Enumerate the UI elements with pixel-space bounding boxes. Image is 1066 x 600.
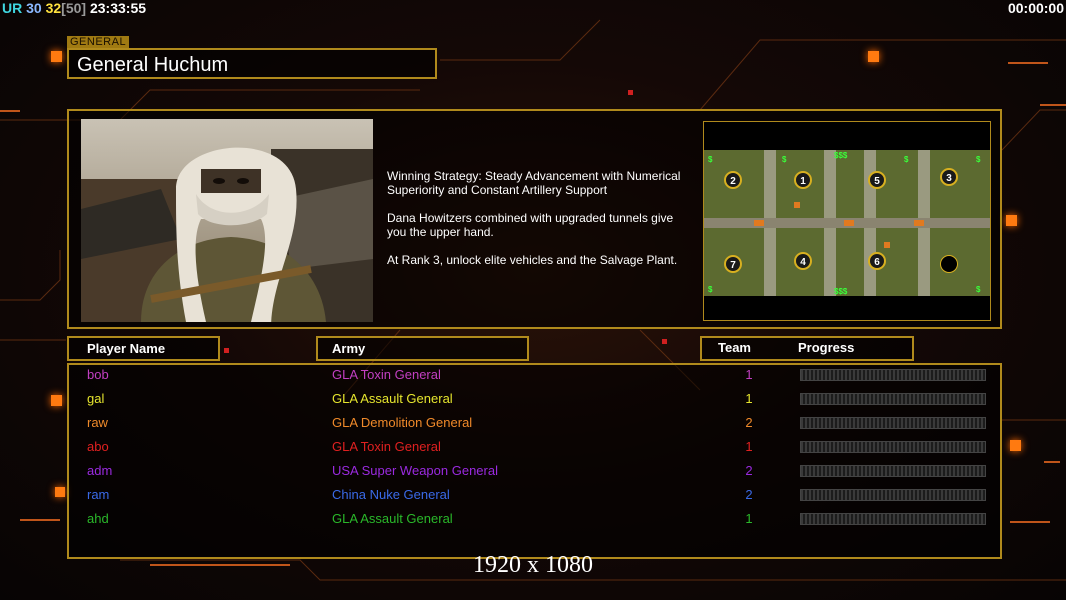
map-image: 2 1 5 3 7 4 6 $$$ $$$ $ $ $ $ $ $ xyxy=(704,150,990,296)
map-cash-top: $$$ xyxy=(834,151,848,160)
map-start-2: 1 xyxy=(800,176,806,187)
player-army: GLA Toxin General xyxy=(332,367,441,382)
player-list: bob GLA Toxin General 1 gal GLA Assault Gene… xyxy=(67,363,1002,559)
map-cash-small: $ xyxy=(904,155,909,164)
player-army: GLA Assault General xyxy=(332,511,453,526)
player-row: ram China Nuke General 2 xyxy=(69,485,1000,509)
map-cash-small: $ xyxy=(708,285,713,294)
player-progress-bar xyxy=(800,465,986,477)
map-cash-bottom: $$$ xyxy=(834,287,848,296)
player-army: GLA Demolition General xyxy=(332,415,473,430)
player-row: ahd GLA Assault General 1 xyxy=(69,509,1000,533)
player-name: ahd xyxy=(87,511,109,526)
hud-stat-3: [50] xyxy=(61,0,87,16)
column-team-label: Team xyxy=(718,340,751,355)
player-row: gal GLA Assault General 1 xyxy=(69,389,1000,413)
player-progress-bar xyxy=(800,441,986,453)
hud-stats: UR 30 32[50] 23:33:55 xyxy=(2,0,146,16)
hud-stat-1: 30 xyxy=(26,0,42,16)
map-start-3: 5 xyxy=(874,176,880,187)
player-team: 1 xyxy=(745,367,753,382)
map-start-1: 2 xyxy=(730,176,736,187)
player-name: ram xyxy=(87,487,110,502)
column-player-label: Player Name xyxy=(87,341,166,356)
column-header-army[interactable]: Army xyxy=(316,336,529,361)
map-cash-small: $ xyxy=(976,155,981,164)
player-progress-bar xyxy=(800,417,986,429)
general-portrait xyxy=(81,119,373,322)
player-name: bob xyxy=(87,367,109,382)
map-cash-small: $ xyxy=(976,285,981,294)
hud-stat-2: 32 xyxy=(45,0,62,16)
general-info-panel: Winning Strategy: Steady Advancement wit… xyxy=(67,109,1002,329)
player-progress-bar xyxy=(800,513,986,525)
map-preview: 2 1 5 3 7 4 6 $$$ $$$ $ $ $ $ $ $ xyxy=(703,121,991,321)
strategy-description: Winning Strategy: Steady Advancement wit… xyxy=(387,169,702,281)
player-team: 1 xyxy=(745,511,753,526)
player-team: 2 xyxy=(745,415,753,430)
map-start-7: 6 xyxy=(874,257,880,268)
column-header-team-progress[interactable]: Team Progress xyxy=(700,336,914,361)
general-title-box: General Huchum xyxy=(67,48,437,79)
player-army: GLA Toxin General xyxy=(332,439,441,454)
player-progress-bar xyxy=(800,369,986,381)
player-row: raw GLA Demolition General 2 xyxy=(69,413,1000,437)
player-row: abo GLA Toxin General 1 xyxy=(69,437,1000,461)
map-start-5: 7 xyxy=(730,260,736,271)
player-row: adm USA Super Weapon General 2 xyxy=(69,461,1000,485)
resolution-label: 1920 x 1080 xyxy=(473,552,593,578)
player-team: 1 xyxy=(745,439,753,454)
tip-line: Dana Howitzers combined with upgraded tu… xyxy=(387,211,674,239)
hud-clock: 23:33:55 xyxy=(89,0,147,16)
player-name: gal xyxy=(87,391,105,406)
map-start-4: 3 xyxy=(946,173,952,184)
portrait-image xyxy=(81,119,373,322)
map-cash-small: $ xyxy=(708,155,713,164)
player-name: raw xyxy=(87,415,108,430)
player-progress-bar xyxy=(800,489,986,501)
player-team: 2 xyxy=(745,463,753,478)
player-row: bob GLA Toxin General 1 xyxy=(69,365,1000,389)
column-progress-label: Progress xyxy=(798,340,855,355)
player-team: 1 xyxy=(745,391,753,406)
player-team: 2 xyxy=(745,487,753,502)
player-army: GLA Assault General xyxy=(332,391,453,406)
player-army: China Nuke General xyxy=(332,487,450,502)
column-army-label: Army xyxy=(332,341,366,356)
player-army: USA Super Weapon General xyxy=(332,463,498,478)
player-progress-bar xyxy=(800,393,986,405)
map-cash-small: $ xyxy=(782,155,787,164)
column-header-player[interactable]: Player Name xyxy=(67,336,220,361)
player-name: abo xyxy=(87,439,109,454)
player-name: adm xyxy=(87,463,113,478)
general-name: General Huchum xyxy=(77,54,229,76)
map-start-6: 4 xyxy=(800,257,806,268)
hud-ur: UR xyxy=(2,0,23,16)
hud-timer: 00:00:00 xyxy=(1007,0,1064,16)
rank-line: At Rank 3, unlock elite vehicles and the… xyxy=(387,253,678,267)
general-tag: GENERAL xyxy=(67,36,130,48)
strategy-line: Winning Strategy: Steady Advancement wit… xyxy=(387,169,681,197)
